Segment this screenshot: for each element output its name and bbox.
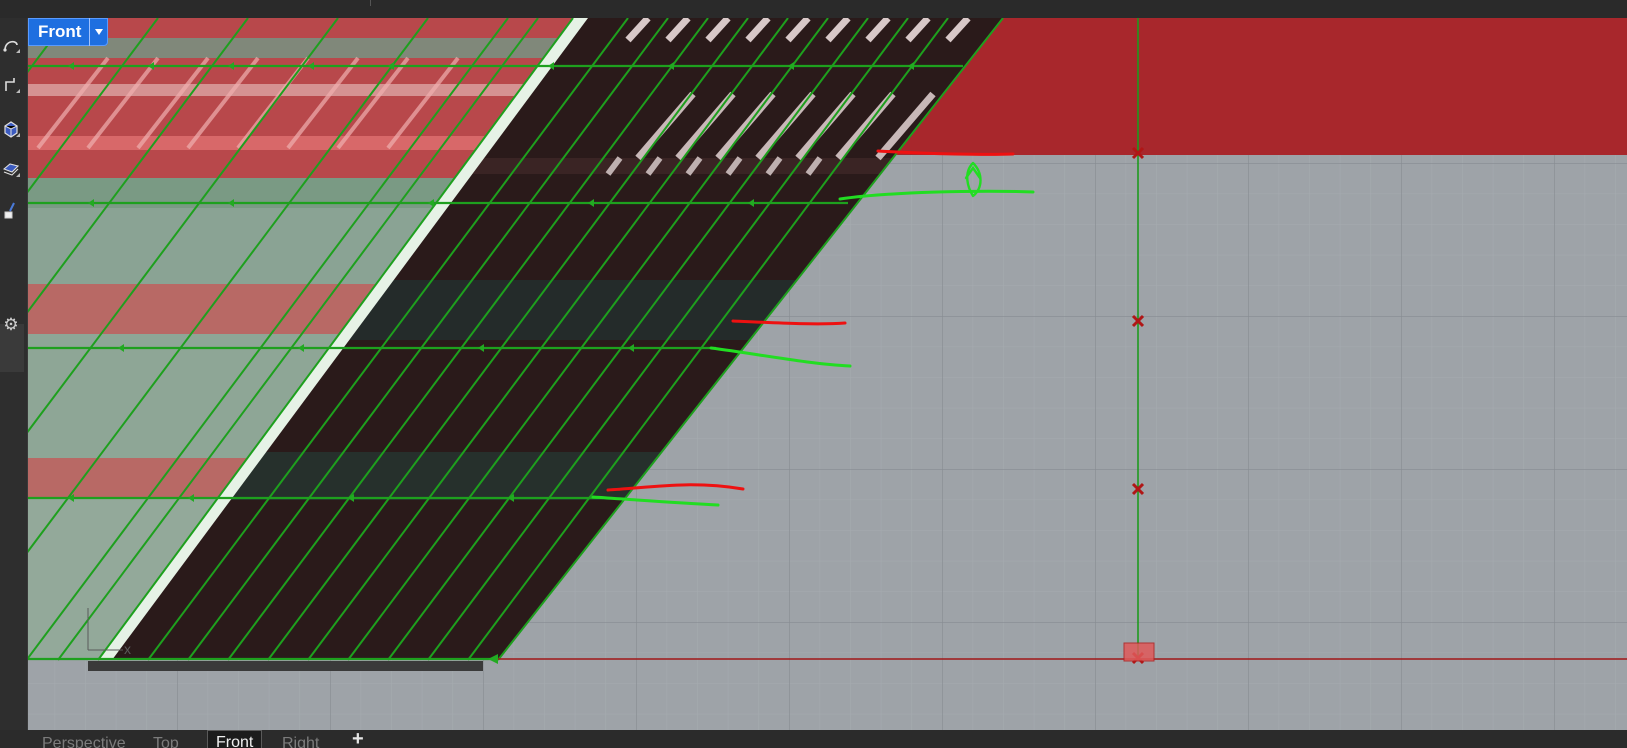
transform-tool-icon[interactable] xyxy=(0,200,22,222)
viewport-scene[interactable]: x xyxy=(28,18,1627,730)
rhino-app-window: ⚙ x Front Perspective Top Front Right + xyxy=(0,0,1627,748)
base-gumball xyxy=(1123,642,1155,662)
surface-tool-icon[interactable] xyxy=(0,158,22,180)
front-viewport[interactable]: x Front xyxy=(28,18,1627,730)
caret-down-icon[interactable] xyxy=(89,18,108,46)
gear-icon[interactable]: ⚙ xyxy=(0,314,22,336)
tab-right[interactable]: Right xyxy=(274,732,327,748)
solid-tool-icon[interactable] xyxy=(0,118,22,140)
add-tab-button[interactable]: + xyxy=(352,729,364,748)
red-slab-block xyxy=(878,18,1627,155)
curve-tool-icon[interactable] xyxy=(0,34,22,56)
viewport-title-button[interactable]: Front xyxy=(28,18,109,46)
viewport-tabs: Perspective Top Front Right + xyxy=(0,729,1627,748)
base-strip xyxy=(88,661,483,671)
axis-x-label: x xyxy=(124,641,131,657)
left-toolbar: ⚙ xyxy=(0,18,28,730)
tab-top[interactable]: Top xyxy=(145,732,187,748)
splitter-tick xyxy=(370,0,371,6)
viewport-title[interactable]: Front xyxy=(28,18,89,46)
tab-perspective[interactable]: Perspective xyxy=(34,732,134,748)
top-toolbar-strip xyxy=(0,0,1627,18)
polyline-tool-icon[interactable] xyxy=(0,74,22,96)
tab-front[interactable]: Front xyxy=(207,730,263,748)
